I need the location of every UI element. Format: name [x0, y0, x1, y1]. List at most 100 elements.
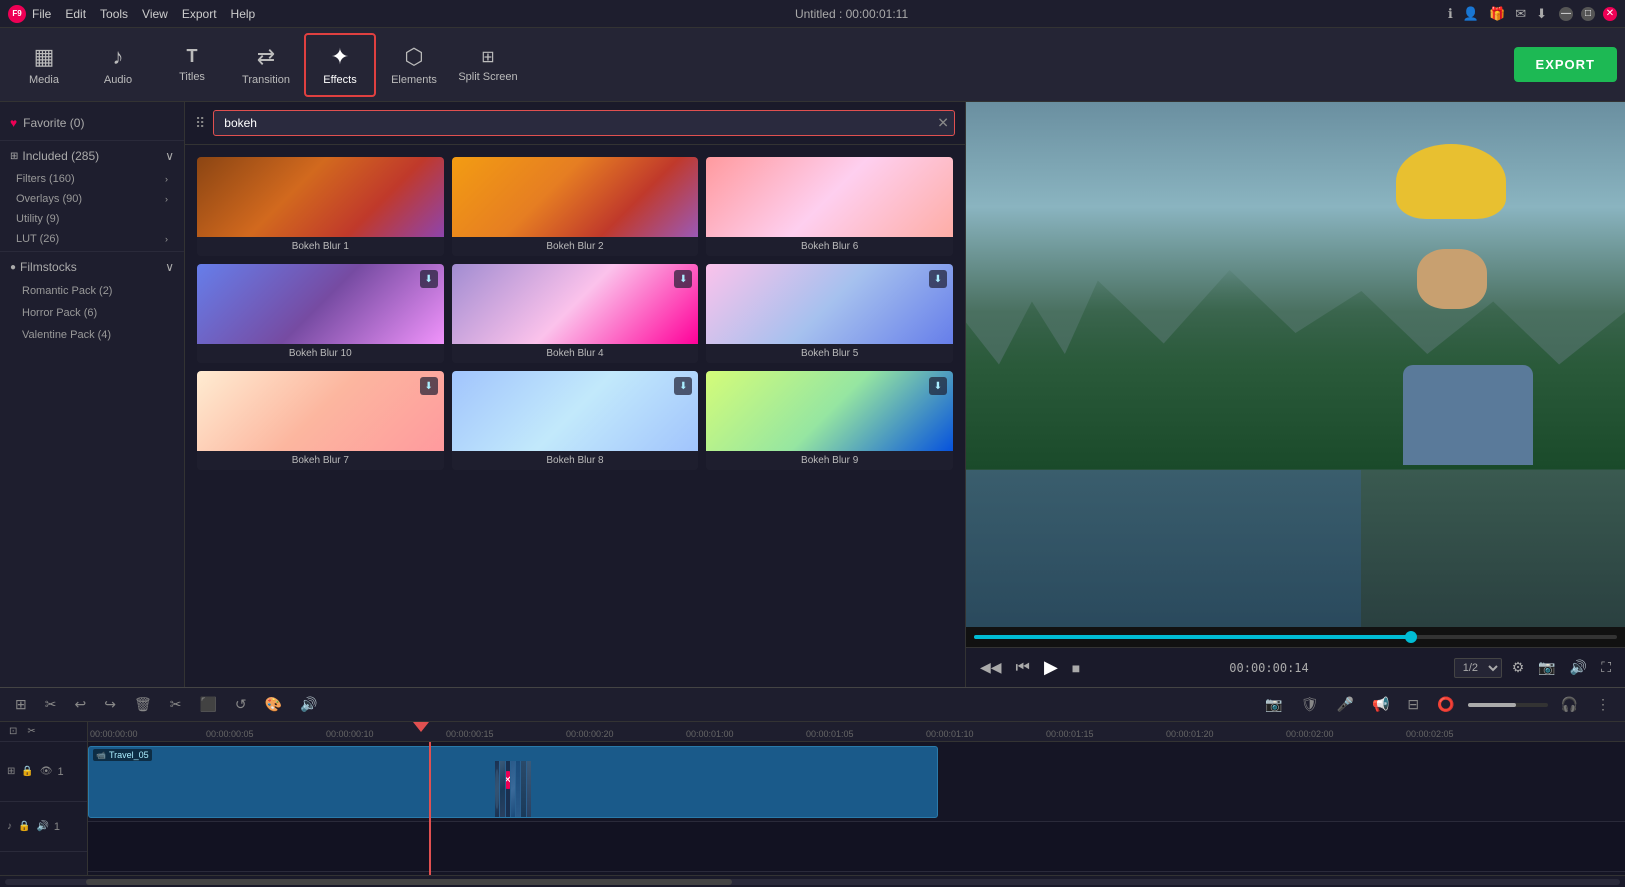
effect-card-bokeh-blur-9[interactable]: ⬇ Bokeh Blur 9	[706, 371, 953, 470]
overlays-label: Overlays (90)	[16, 193, 82, 205]
download-icon[interactable]: ⬇	[929, 270, 947, 288]
video-progress-track[interactable]	[974, 635, 1617, 639]
included-header[interactable]: ⊞ Included (285) ∨	[0, 143, 184, 169]
rotate-button[interactable]: ↺	[230, 693, 252, 716]
menu-view[interactable]: View	[142, 7, 168, 21]
crop-button[interactable]: ✂	[40, 693, 62, 716]
clip-label: 📹 Travel_05	[93, 749, 152, 761]
more-icon[interactable]: ⋮	[1591, 693, 1615, 716]
info-icon[interactable]: ℹ	[1448, 6, 1453, 22]
toolbar-audio[interactable]: ♪ Audio	[82, 33, 154, 97]
horror-pack-item[interactable]: Horror Pack (6)	[0, 302, 184, 324]
filters-item[interactable]: Filters (160) ›	[0, 169, 184, 189]
romantic-pack-item[interactable]: Romantic Pack (2)	[0, 280, 184, 302]
screenshot-icon[interactable]: 📷	[1534, 657, 1559, 678]
effect-card-bokeh-blur-10[interactable]: ⬇ Bokeh Blur 10	[197, 264, 444, 363]
resolution-select[interactable]: 1/2 1/4 Full	[1454, 658, 1502, 678]
video-clip[interactable]: 📹 Travel_05	[88, 746, 938, 818]
audio-track-area	[88, 822, 1625, 872]
crop-tool-button[interactable]: ⬛	[194, 693, 221, 716]
audio-tool-button[interactable]: 🔊	[295, 693, 322, 716]
delete-button[interactable]: 🗑	[129, 693, 157, 716]
track-eye-icon[interactable]: 👁	[39, 765, 54, 778]
audio-track-label: ♪ 🔒 🔊 1	[0, 802, 87, 852]
settings-icon[interactable]: ⚙	[1508, 657, 1529, 678]
effect-card-bokeh-blur-8[interactable]: ⬇ Bokeh Blur 8	[452, 371, 699, 470]
favorite-row[interactable]: ♥ Favorite (0)	[0, 108, 184, 138]
ruler-time-2: 00:00:00:10	[326, 729, 374, 739]
title-icons: ℹ 👤 🎁 ✉ ⬇	[1448, 6, 1547, 22]
valentine-pack-item[interactable]: Valentine Pack (4)	[0, 324, 184, 346]
scrollbar-track[interactable]	[5, 879, 1620, 885]
scissors-icon[interactable]: ✂	[24, 725, 38, 738]
menu-tools[interactable]: Tools	[100, 7, 128, 21]
menu-help[interactable]: Help	[231, 7, 256, 21]
toolbar-titles[interactable]: T Titles	[156, 33, 228, 97]
voice-icon[interactable]: 📢	[1367, 693, 1394, 716]
freeze-icon[interactable]: ⭕	[1432, 693, 1459, 716]
search-input[interactable]	[213, 110, 955, 136]
undo-button[interactable]: ↩	[69, 693, 91, 716]
zoom-fit-button[interactable]: ⊡	[6, 725, 20, 738]
effect-card-bokeh-blur-2[interactable]: Bokeh Blur 2	[452, 157, 699, 256]
mail-icon[interactable]: ✉	[1515, 6, 1526, 22]
volume-icon[interactable]: 🔊	[1566, 657, 1591, 678]
gift-icon[interactable]: 🎁	[1489, 6, 1505, 22]
rewind-button[interactable]: ◀◀	[976, 657, 1006, 678]
video-progress-thumb[interactable]	[1405, 631, 1417, 643]
download-icon[interactable]: ⬇	[420, 377, 438, 395]
user-icon[interactable]: 👤	[1463, 6, 1479, 22]
audio-track-icon[interactable]: ♪	[6, 820, 13, 833]
camera-icon[interactable]: 📷	[1260, 693, 1287, 716]
search-clear-button[interactable]: ✕	[937, 115, 949, 132]
pip-icon[interactable]: ⊟	[1402, 693, 1424, 716]
video-progress-bar[interactable]	[966, 627, 1625, 647]
audio-lock-icon[interactable]: 🔒	[17, 820, 31, 833]
cut-tool-button[interactable]: ✂	[165, 693, 187, 716]
scrollbar-thumb[interactable]	[86, 879, 732, 885]
play-button[interactable]: ▶	[1040, 655, 1062, 680]
track-lock-icon[interactable]: 🔒	[20, 765, 34, 778]
minimize-button[interactable]: —	[1559, 7, 1573, 21]
color-button[interactable]: 🎨	[260, 693, 287, 716]
menu-export[interactable]: Export	[182, 7, 217, 21]
toolbar-transition[interactable]: ⇄ Transition	[230, 33, 302, 97]
grid-dots-icon[interactable]: ⠿	[195, 115, 205, 132]
redo-button[interactable]: ↪	[99, 693, 121, 716]
lut-item[interactable]: LUT (26) ›	[0, 229, 184, 249]
toolbar-media[interactable]: ▦ Media	[8, 33, 80, 97]
toolbar-elements[interactable]: ⬡ Elements	[378, 33, 450, 97]
timeline-scrollbar[interactable]	[0, 875, 1625, 887]
effect-card-bokeh-blur-7[interactable]: ⬇ Bokeh Blur 7	[197, 371, 444, 470]
effect-card-bokeh-blur-5[interactable]: ⬇ Bokeh Blur 5	[706, 264, 953, 363]
effect-card-bokeh-blur-4[interactable]: ⬇ Bokeh Blur 4	[452, 264, 699, 363]
download-icon[interactable]: ⬇	[674, 270, 692, 288]
fullscreen-icon[interactable]: ⛶	[1597, 657, 1615, 678]
menu-edit[interactable]: Edit	[65, 7, 86, 21]
effect-card-bokeh-blur-1[interactable]: Bokeh Blur 1	[197, 157, 444, 256]
overlays-item[interactable]: Overlays (90) ›	[0, 189, 184, 209]
filmstocks-header[interactable]: ● Filmstocks ∨	[0, 254, 184, 280]
download-icon[interactable]: ⬇	[929, 377, 947, 395]
toolbar-split-screen[interactable]: ⊞ Split Screen	[452, 33, 524, 97]
maximize-button[interactable]: □	[1581, 7, 1595, 21]
close-button[interactable]: ✕	[1603, 7, 1617, 21]
effect-thumb-bokeh-blur-7: ⬇	[197, 371, 444, 451]
mic-icon[interactable]: 🎤	[1332, 693, 1359, 716]
snap-button[interactable]: ⊞	[10, 693, 32, 716]
export-button[interactable]: EXPORT	[1514, 47, 1617, 82]
menu-file[interactable]: File	[32, 7, 51, 21]
toolbar-effects[interactable]: ✦ Effects	[304, 33, 376, 97]
download-icon[interactable]: ⬇	[420, 270, 438, 288]
stop-button[interactable]: ■	[1068, 658, 1084, 678]
shield-icon[interactable]: 🛡	[1296, 693, 1324, 716]
volume-slider[interactable]	[1468, 703, 1548, 707]
headphone-icon[interactable]: 🎧	[1556, 693, 1583, 716]
download-icon[interactable]: ⬇	[1536, 6, 1547, 22]
step-back-button[interactable]: ⏮	[1012, 657, 1034, 679]
effect-card-bokeh-blur-6[interactable]: Bokeh Blur 6	[706, 157, 953, 256]
download-icon[interactable]: ⬇	[674, 377, 692, 395]
audio-vol-icon[interactable]: 🔊	[35, 820, 49, 833]
track-snap-icon[interactable]: ⊞	[6, 765, 16, 778]
utility-item[interactable]: Utility (9)	[0, 209, 184, 229]
